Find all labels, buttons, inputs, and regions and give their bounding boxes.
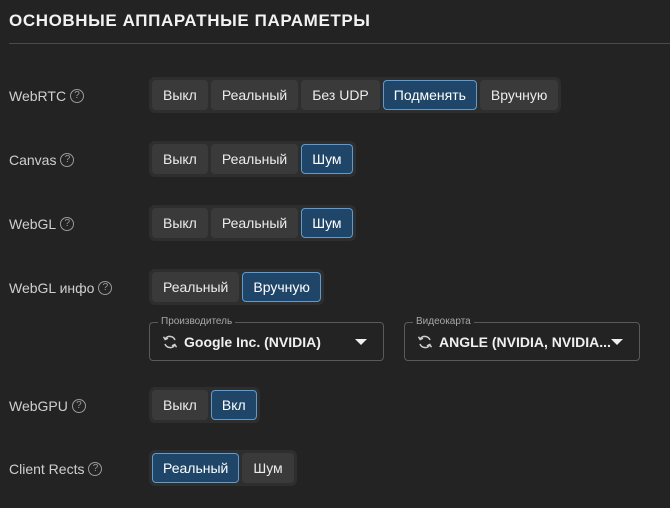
webgl-label: WebGL ? <box>9 216 75 232</box>
canvas-label-text: Canvas <box>9 152 57 168</box>
webrtc-option-off[interactable]: Выкл <box>152 80 208 110</box>
webrtc-option-real[interactable]: Реальный <box>210 80 299 110</box>
canvas-option-off[interactable]: Выкл <box>152 144 208 174</box>
client-rects-label: Client Rects ? <box>9 461 103 477</box>
canvas-option-real[interactable]: Реальный <box>210 144 299 174</box>
webgl-label-text: WebGL <box>9 216 57 232</box>
webgl-option-real[interactable]: Реальный <box>210 208 299 238</box>
refresh-icon[interactable] <box>417 334 433 350</box>
webrtc-segmented-control: Выкл Реальный Без UDP Подменять Вручную <box>149 77 562 113</box>
chevron-down-icon <box>355 339 367 345</box>
webgpu-option-on[interactable]: Вкл <box>210 390 257 420</box>
webgpu-label-text: WebGPU <box>9 398 68 414</box>
webrtc-option-no-udp[interactable]: Без UDP <box>301 80 380 110</box>
chevron-down-icon <box>611 339 623 345</box>
vendor-select-value: Google Inc. (NVIDIA) <box>184 333 321 350</box>
renderer-select-label: Видеокарта <box>413 316 474 327</box>
webgl-info-label: WebGL инфо ? <box>9 280 113 296</box>
client-rects-option-real[interactable]: Реальный <box>152 453 240 483</box>
section-divider <box>9 43 670 44</box>
webgpu-label: WebGPU ? <box>9 398 86 414</box>
webrtc-label: WebRTC ? <box>9 88 85 104</box>
vendor-select-label: Производитель <box>158 316 236 327</box>
canvas-option-noise[interactable]: Шум <box>301 144 353 174</box>
webgl-info-option-real[interactable]: Реальный <box>152 272 240 302</box>
client-rects-option-noise[interactable]: Шум <box>242 453 294 483</box>
help-icon[interactable]: ? <box>60 217 75 231</box>
webgpu-segmented-control: Выкл Вкл <box>149 387 260 423</box>
renderer-select[interactable]: Видеокарта ANGLE (NVIDIA, NVIDIA... <box>404 316 640 361</box>
section-title: ОСНОВНЫЕ АППАРАТНЫЕ ПАРАМЕТРЫ <box>9 11 371 30</box>
canvas-label: Canvas ? <box>9 152 75 168</box>
help-icon[interactable]: ? <box>60 153 75 167</box>
help-icon[interactable]: ? <box>70 89 85 103</box>
help-icon[interactable]: ? <box>71 399 86 413</box>
webrtc-option-manual[interactable]: Вручную <box>479 80 559 110</box>
webgl-option-noise[interactable]: Шум <box>301 208 353 238</box>
webgl-info-segmented-control: Реальный Вручную <box>149 269 324 305</box>
webrtc-label-text: WebRTC <box>9 88 67 104</box>
help-icon[interactable]: ? <box>88 462 103 476</box>
webgl-info-label-text: WebGL инфо <box>9 280 95 296</box>
vendor-select[interactable]: Производитель Google Inc. (NVIDIA) <box>149 316 384 361</box>
refresh-icon[interactable] <box>162 334 178 350</box>
webgl-segmented-control: Выкл Реальный Шум <box>149 205 356 241</box>
client-rects-segmented-control: Реальный Шум <box>149 450 297 486</box>
webgl-info-option-manual[interactable]: Вручную <box>242 272 321 302</box>
canvas-segmented-control: Выкл Реальный Шум <box>149 141 356 177</box>
client-rects-label-text: Client Rects <box>9 461 85 477</box>
webgpu-option-off[interactable]: Выкл <box>152 390 208 420</box>
webrtc-option-replace[interactable]: Подменять <box>382 80 477 110</box>
renderer-select-value: ANGLE (NVIDIA, NVIDIA... <box>439 333 611 350</box>
webgl-option-off[interactable]: Выкл <box>152 208 208 238</box>
help-icon[interactable]: ? <box>98 281 113 295</box>
